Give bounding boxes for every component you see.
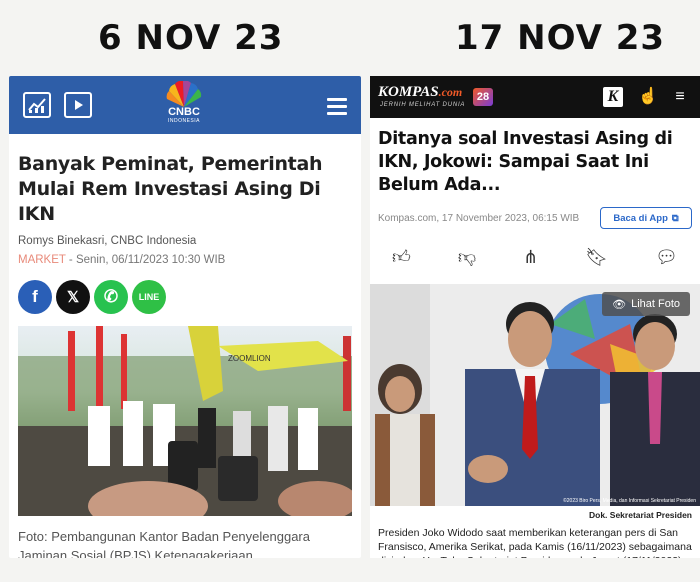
share-row: f 𝕏 ✆ LINE [18,280,352,314]
right-date-label: 17 NOV 23 [455,18,666,58]
category-link[interactable]: MARKET [18,254,66,266]
thumbs-up-icon[interactable]: 👍︎ [392,246,411,268]
article-photo[interactable]: 👁︎ Lihat Foto ©2023 Biro Pers, Media, da… [370,284,700,506]
hamburger-menu-icon[interactable] [327,98,347,119]
menu-search-icon[interactable]: ≡ [670,87,690,107]
photo-caption: Foto: Pembangunan Kantor Badan Penyeleng… [18,529,310,558]
kompas-article-panel: KOMPAS.com JERNIH MELIHAT DUNIA 28 K ☝ ≡… [370,76,700,558]
kompas-k-icon[interactable]: K [603,87,623,107]
article-author: Romys Binekasri, CNBC Indonesia [18,235,197,247]
line-share-icon[interactable]: LINE [132,280,166,314]
meta-row: Kompas.com, 17 November 2023, 06:15 WIB … [378,207,692,231]
kompas-header: KOMPAS.com JERNIH MELIHAT DUNIA 28 K ☝ ≡ [370,76,700,118]
whatsapp-share-icon[interactable]: ✆ [94,280,128,314]
action-row: 👍︎ 👎︎ ⋔ 🔖︎ 💬︎ [378,243,692,271]
kompas-logo-name: KOMPAS [378,84,439,100]
kompas-logo-suffix: .com [438,85,463,99]
article-title: Ditanya soal Investasi Asing di IKN, Jok… [378,129,673,195]
view-photo-button[interactable]: 👁︎ Lihat Foto [602,292,690,316]
article-title: Banyak Peminat, Pemerintah Mulai Rem Inv… [18,153,323,225]
photo-credit: Dok. Sekretariat Presiden [589,510,692,520]
read-in-app-label: Baca di App [613,212,668,224]
facebook-share-icon[interactable]: f [18,280,52,314]
kompas-28-badge: 28 [473,88,493,106]
eye-icon: 👁︎ [612,298,627,311]
photo-watermark: ©2023 Biro Pers, Media, dan Informasi Se… [563,498,696,504]
cnbc-article-panel: CNBC INDONESIA Banyak Peminat, Pemerinta… [9,76,361,558]
kompas-tagline: JERNIH MELIHAT DUNIA [380,102,466,108]
kompas-logo[interactable]: KOMPAS.com [378,84,462,101]
read-in-app-button[interactable]: Baca di App ⧉ [600,207,692,229]
article-meta: MARKET - Senin, 06/11/2023 10:30 WIB [18,254,226,266]
cnbc-header: CNBC INDONESIA [9,76,361,134]
cnbc-logo-sub: INDONESIA [167,118,200,124]
video-icon[interactable] [64,92,92,118]
external-link-icon: ⧉ [671,212,679,224]
tap-hand-icon[interactable]: ☝ [638,87,658,107]
thumbs-down-icon[interactable]: 👎︎ [458,246,476,268]
article-meta: Kompas.com, 17 November 2023, 06:15 WIB [378,213,580,224]
x-share-icon[interactable]: 𝕏 [56,280,90,314]
article-datetime: Senin, 06/11/2023 10:30 WIB [75,254,226,266]
photo-caption: Presiden Joko Widodo saat memberikan ket… [378,527,692,558]
comment-icon[interactable]: 💬︎ [655,247,678,268]
excavator-brand: ZOOMLION [228,354,271,363]
cnbc-logo[interactable]: CNBC INDONESIA [159,81,209,129]
view-photo-label: Lihat Foto [631,298,680,310]
article-photo[interactable]: ZOOMLION [18,326,352,516]
chart-icon[interactable] [23,92,51,118]
share-icon[interactable]: ⋔ [523,247,538,268]
bookmark-icon[interactable]: 🔖︎ [585,247,608,268]
left-date-label: 6 NOV 23 [98,18,284,58]
